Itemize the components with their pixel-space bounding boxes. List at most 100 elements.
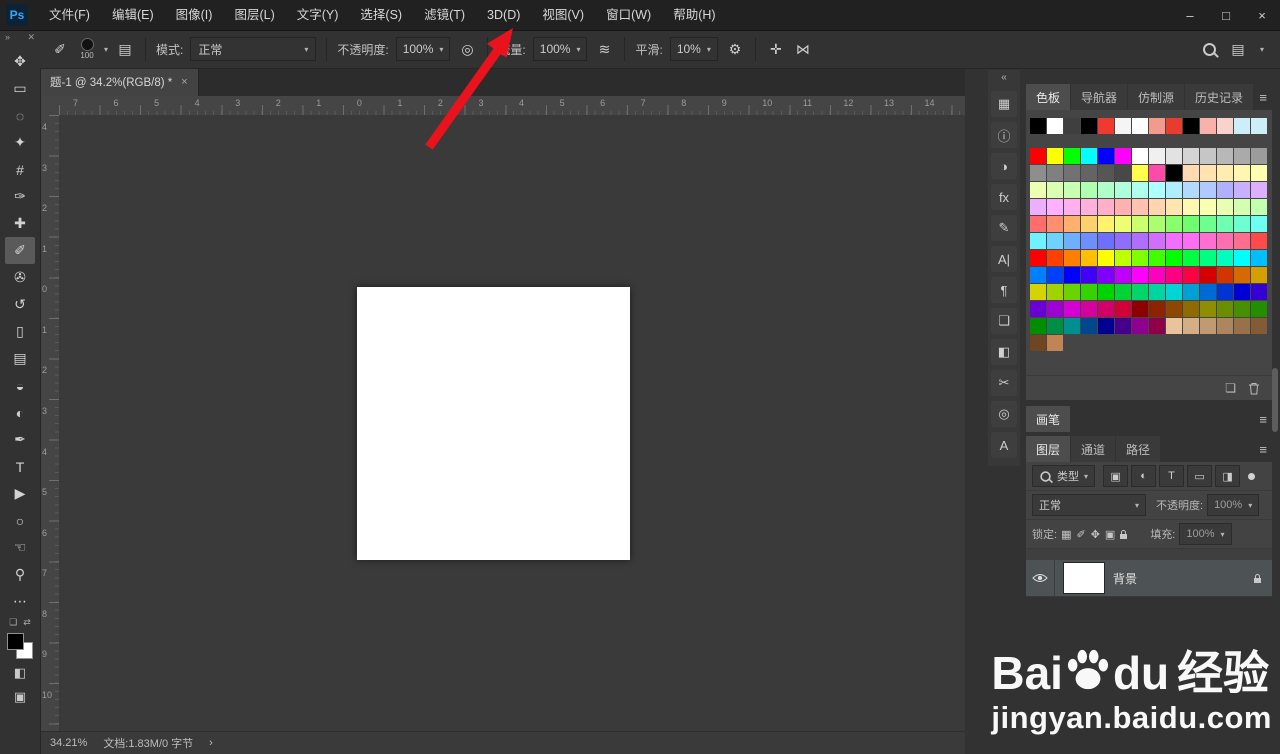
airbrush-button[interactable]: ≋: [594, 38, 614, 60]
color-swatch[interactable]: [1217, 118, 1233, 134]
crop-tool[interactable]: #: [5, 156, 35, 183]
color-swatch[interactable]: [1200, 233, 1216, 249]
color-swatch[interactable]: [1030, 318, 1046, 334]
color-swatch[interactable]: [1115, 250, 1131, 266]
zoom-tool[interactable]: ⚲: [5, 561, 35, 588]
color-swatch[interactable]: [1217, 301, 1233, 317]
toggle-brush-panel-button[interactable]: ▤: [115, 38, 135, 60]
color-swatch[interactable]: [1064, 182, 1080, 198]
color-swatch[interactable]: [1098, 284, 1114, 300]
color-swatch[interactable]: [1251, 301, 1267, 317]
color-swatch[interactable]: [1081, 199, 1097, 215]
layer-name[interactable]: 背景: [1113, 570, 1253, 587]
color-swatch[interactable]: [1251, 165, 1267, 181]
color-swatch[interactable]: [1183, 318, 1199, 334]
color-swatch[interactable]: [1217, 182, 1233, 198]
color-swatch[interactable]: [1251, 216, 1267, 232]
color-swatch[interactable]: [1183, 148, 1199, 164]
color-swatch[interactable]: [1166, 148, 1182, 164]
color-swatch[interactable]: [1115, 148, 1131, 164]
color-swatch[interactable]: [1081, 301, 1097, 317]
color-swatch[interactable]: [1217, 165, 1233, 181]
color-swatch[interactable]: [1217, 216, 1233, 232]
color-swatch[interactable]: [1217, 318, 1233, 334]
color-swatch[interactable]: [1200, 118, 1216, 134]
workspace-switcher-icon[interactable]: ▤: [1228, 38, 1248, 60]
color-swatch[interactable]: [1064, 148, 1080, 164]
color-swatch[interactable]: [1149, 301, 1165, 317]
color-swatch[interactable]: [1081, 165, 1097, 181]
color-swatch[interactable]: [1064, 216, 1080, 232]
layer-row[interactable]: 背景: [1026, 559, 1272, 597]
color-swatch[interactable]: [1030, 148, 1046, 164]
menu-item[interactable]: 选择(S): [349, 0, 413, 30]
color-swatch[interactable]: [1132, 318, 1148, 334]
color-swatch[interactable]: [1030, 199, 1046, 215]
color-swatch[interactable]: [1149, 199, 1165, 215]
dodge-tool[interactable]: ◐: [5, 399, 35, 426]
zoom-field[interactable]: 34.21%: [50, 737, 87, 749]
color-swatch[interactable]: [1115, 118, 1131, 134]
color-swatch[interactable]: [1064, 267, 1080, 283]
panel-tab[interactable]: 历史记录: [1185, 84, 1254, 110]
color-swatch[interactable]: [1234, 165, 1250, 181]
color-swatch[interactable]: [1081, 284, 1097, 300]
screen-mode-button[interactable]: ▣: [5, 685, 35, 709]
color-swatch[interactable]: [1115, 267, 1131, 283]
color-swatch[interactable]: [1081, 233, 1097, 249]
status-chevron-icon[interactable]: ›: [209, 737, 213, 749]
maximize-button[interactable]: □: [1208, 0, 1244, 30]
color-swatch[interactable]: [1132, 233, 1148, 249]
ruler-corner[interactable]: [40, 96, 60, 116]
color-swatch[interactable]: [1047, 216, 1063, 232]
color-swatch[interactable]: [1183, 118, 1199, 134]
color-swatch[interactable]: [1098, 165, 1114, 181]
menu-item[interactable]: 图像(I): [165, 0, 224, 30]
panel-tab[interactable]: 色板: [1026, 84, 1071, 110]
color-swatch[interactable]: [1081, 267, 1097, 283]
filter-shape-layers-icon[interactable]: ▭: [1187, 465, 1213, 487]
close-button[interactable]: ×: [1244, 0, 1280, 30]
panel-tab[interactable]: 路径: [1116, 436, 1161, 462]
color-swatch[interactable]: [1234, 267, 1250, 283]
color-swatch[interactable]: [1115, 216, 1131, 232]
color-swatch[interactable]: [1064, 199, 1080, 215]
quick-mask-button[interactable]: ◧: [5, 661, 35, 685]
brush-settings-panel-icon[interactable]: ✎: [991, 215, 1017, 241]
layer-filter-select[interactable]: 类型 ▾: [1032, 465, 1096, 487]
filter-toggle-icon[interactable]: [1248, 472, 1256, 480]
symmetry-button[interactable]: ⋈: [793, 38, 813, 60]
swap-colors-icon[interactable]: ⇄: [23, 617, 31, 629]
hand-tool[interactable]: ☜: [5, 534, 35, 561]
gradient-tool[interactable]: ▤: [5, 345, 35, 372]
blur-tool[interactable]: ◒: [5, 372, 35, 399]
color-swatch[interactable]: [1200, 182, 1216, 198]
collapse-panels-icon[interactable]: «: [1001, 72, 1007, 86]
lock-paint-icon[interactable]: ✐: [1076, 528, 1085, 541]
path-selection-tool[interactable]: ▶: [5, 480, 35, 507]
default-colors-icon[interactable]: ❏: [9, 617, 17, 629]
color-swatch[interactable]: [1234, 199, 1250, 215]
color-swatch[interactable]: [1098, 148, 1114, 164]
color-swatch[interactable]: [1234, 182, 1250, 198]
color-swatch[interactable]: [1200, 301, 1216, 317]
color-swatch[interactable]: [1132, 118, 1148, 134]
edit-toolbar-button[interactable]: ⋯: [5, 588, 35, 615]
color-swatch[interactable]: [1030, 250, 1046, 266]
search-icon[interactable]: [1202, 42, 1216, 56]
color-swatch[interactable]: [1064, 118, 1080, 134]
color-swatch[interactable]: [1115, 182, 1131, 198]
color-swatch[interactable]: [1200, 216, 1216, 232]
paragraph-panel-icon[interactable]: ¶: [991, 277, 1017, 303]
color-swatch[interactable]: [1098, 301, 1114, 317]
color-swatch[interactable]: [1132, 216, 1148, 232]
color-swatch[interactable]: [1200, 250, 1216, 266]
menu-item[interactable]: 帮助(H): [662, 0, 726, 30]
gear-icon[interactable]: ⚙: [725, 38, 745, 60]
filter-pixel-layers-icon[interactable]: ▣: [1103, 465, 1129, 487]
color-swatch[interactable]: [1081, 182, 1097, 198]
foreground-background-colors[interactable]: [7, 633, 33, 659]
panel-menu-icon[interactable]: ≡: [1259, 442, 1267, 457]
eyedropper-tool[interactable]: ✑: [5, 183, 35, 210]
color-swatch[interactable]: [1183, 267, 1199, 283]
